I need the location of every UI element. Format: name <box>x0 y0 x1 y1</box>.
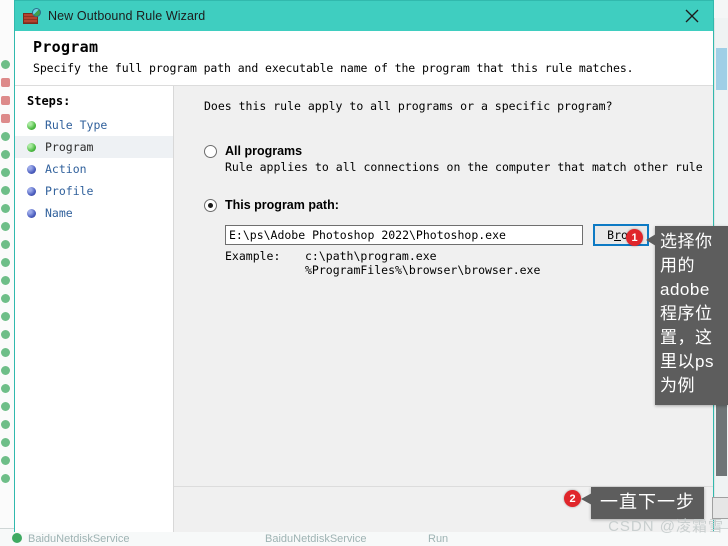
wizard-content-pane: Does this rule apply to all programs or … <box>174 86 728 532</box>
option-all-programs[interactable]: All programs Rule applies to all connect… <box>204 144 703 174</box>
screenshot-root: BaiduNetdiskService BaiduNetdiskService … <box>0 0 728 546</box>
example-line: %ProgramFiles%\browser\browser.exe <box>305 263 541 277</box>
background-dot <box>1 330 10 339</box>
background-dot <box>1 456 10 465</box>
option-all-programs-row[interactable]: All programs <box>204 144 703 158</box>
background-status-dot-column <box>1 60 13 540</box>
option-this-program-path-label: This program path: <box>225 198 339 212</box>
watermark: CSDN @凌霜雪 <box>608 518 724 535</box>
background-dot <box>1 366 10 375</box>
sidebar-item-label: Rule Type <box>45 118 108 132</box>
background-row-cell-desc: BaiduNetdiskService <box>265 533 367 545</box>
sidebar-item-action[interactable]: Action <box>15 158 173 180</box>
example-line: c:\path\program.exe <box>305 249 437 263</box>
background-dot <box>1 222 10 231</box>
new-outbound-rule-wizard-window: New Outbound Rule Wizard Program Specify… <box>14 0 728 532</box>
page-subtitle: Specify the full program path and execut… <box>33 61 634 75</box>
background-dot <box>1 312 10 321</box>
sidebar-item-label: Action <box>45 162 87 176</box>
tooltip-arrow-next <box>581 493 592 505</box>
sidebar-item-rule-type[interactable]: Rule Type <box>15 114 173 136</box>
example-block: Example: c:\path\program.exe %ProgramFil… <box>225 249 540 277</box>
sidebar-item-program[interactable]: Program <box>15 136 173 158</box>
program-path-row: Brow <box>225 224 649 246</box>
steps-label: Steps: <box>27 94 71 108</box>
background-scrollbar-thumb-secondary[interactable] <box>716 404 727 476</box>
background-dot <box>1 276 10 285</box>
sidebar-item-label: Name <box>45 206 73 220</box>
firewall-wall-globe-icon <box>23 8 41 24</box>
page-header: Program Specify the full program path an… <box>15 31 713 86</box>
green-bullet-icon <box>27 120 36 130</box>
option-all-programs-description: Rule applies to all connections on the c… <box>225 160 703 174</box>
steps-sidebar: Steps: Rule Type Program Action Profile <box>15 86 174 532</box>
background-dot <box>1 78 10 87</box>
annotation-badge-2: 2 <box>564 490 581 507</box>
background-row-cell-status: Run <box>428 533 449 545</box>
background-dot <box>1 60 10 69</box>
background-dot <box>1 294 10 303</box>
background-dot <box>1 348 10 357</box>
radio-this-program-path[interactable] <box>204 199 217 212</box>
background-row-dot-icon <box>12 533 22 543</box>
background-dot <box>1 474 10 483</box>
close-icon[interactable] <box>671 1 713 31</box>
background-dot <box>1 420 10 429</box>
tooltip-arrow-browse <box>646 234 656 246</box>
blue-bullet-icon <box>27 186 36 196</box>
window-body: Steps: Rule Type Program Action Profile <box>15 86 728 532</box>
blue-bullet-icon <box>27 164 36 174</box>
globe-shape <box>32 8 41 17</box>
option-all-programs-label: All programs <box>225 144 303 158</box>
background-dot <box>1 168 10 177</box>
background-dot <box>1 384 10 393</box>
green-bullet-icon <box>27 142 36 152</box>
background-dot <box>1 114 10 123</box>
background-dot <box>1 204 10 213</box>
window-titlebar: New Outbound Rule Wizard <box>15 1 713 31</box>
browse-label-pre: B <box>607 228 615 242</box>
background-dot <box>1 150 10 159</box>
background-dot <box>1 402 10 411</box>
background-dot <box>1 96 10 105</box>
background-dot <box>1 186 10 195</box>
sidebar-item-label: Program <box>45 140 94 154</box>
sidebar-item-name[interactable]: Name <box>15 202 173 224</box>
background-dot <box>1 132 10 141</box>
program-path-input[interactable] <box>225 225 583 245</box>
background-scrollbar-thumb[interactable] <box>716 48 727 90</box>
sidebar-item-profile[interactable]: Profile <box>15 180 173 202</box>
example-lines: c:\path\program.exe %ProgramFiles%\brows… <box>305 249 540 277</box>
annotation-tooltip-browse: 选择你用的adobe程序位置，这里以ps为例 <box>655 226 728 405</box>
page-title: Program <box>33 38 99 56</box>
option-this-program-path-row[interactable]: This program path: <box>204 198 339 212</box>
background-row-cell-name: BaiduNetdiskService <box>28 533 130 545</box>
window-title: New Outbound Rule Wizard <box>48 9 206 23</box>
annotation-badge-1: 1 <box>626 229 643 246</box>
background-dot <box>1 240 10 249</box>
background-dot <box>1 438 10 447</box>
content-question: Does this rule apply to all programs or … <box>204 99 613 113</box>
sidebar-item-label: Profile <box>45 184 94 198</box>
radio-all-programs[interactable] <box>204 145 217 158</box>
blue-bullet-icon <box>27 208 36 218</box>
example-label: Example: <box>225 249 281 263</box>
option-this-program-path[interactable]: This program path: <box>204 198 339 212</box>
background-dot <box>1 258 10 267</box>
browse-label-mnemonic: r <box>614 228 621 242</box>
